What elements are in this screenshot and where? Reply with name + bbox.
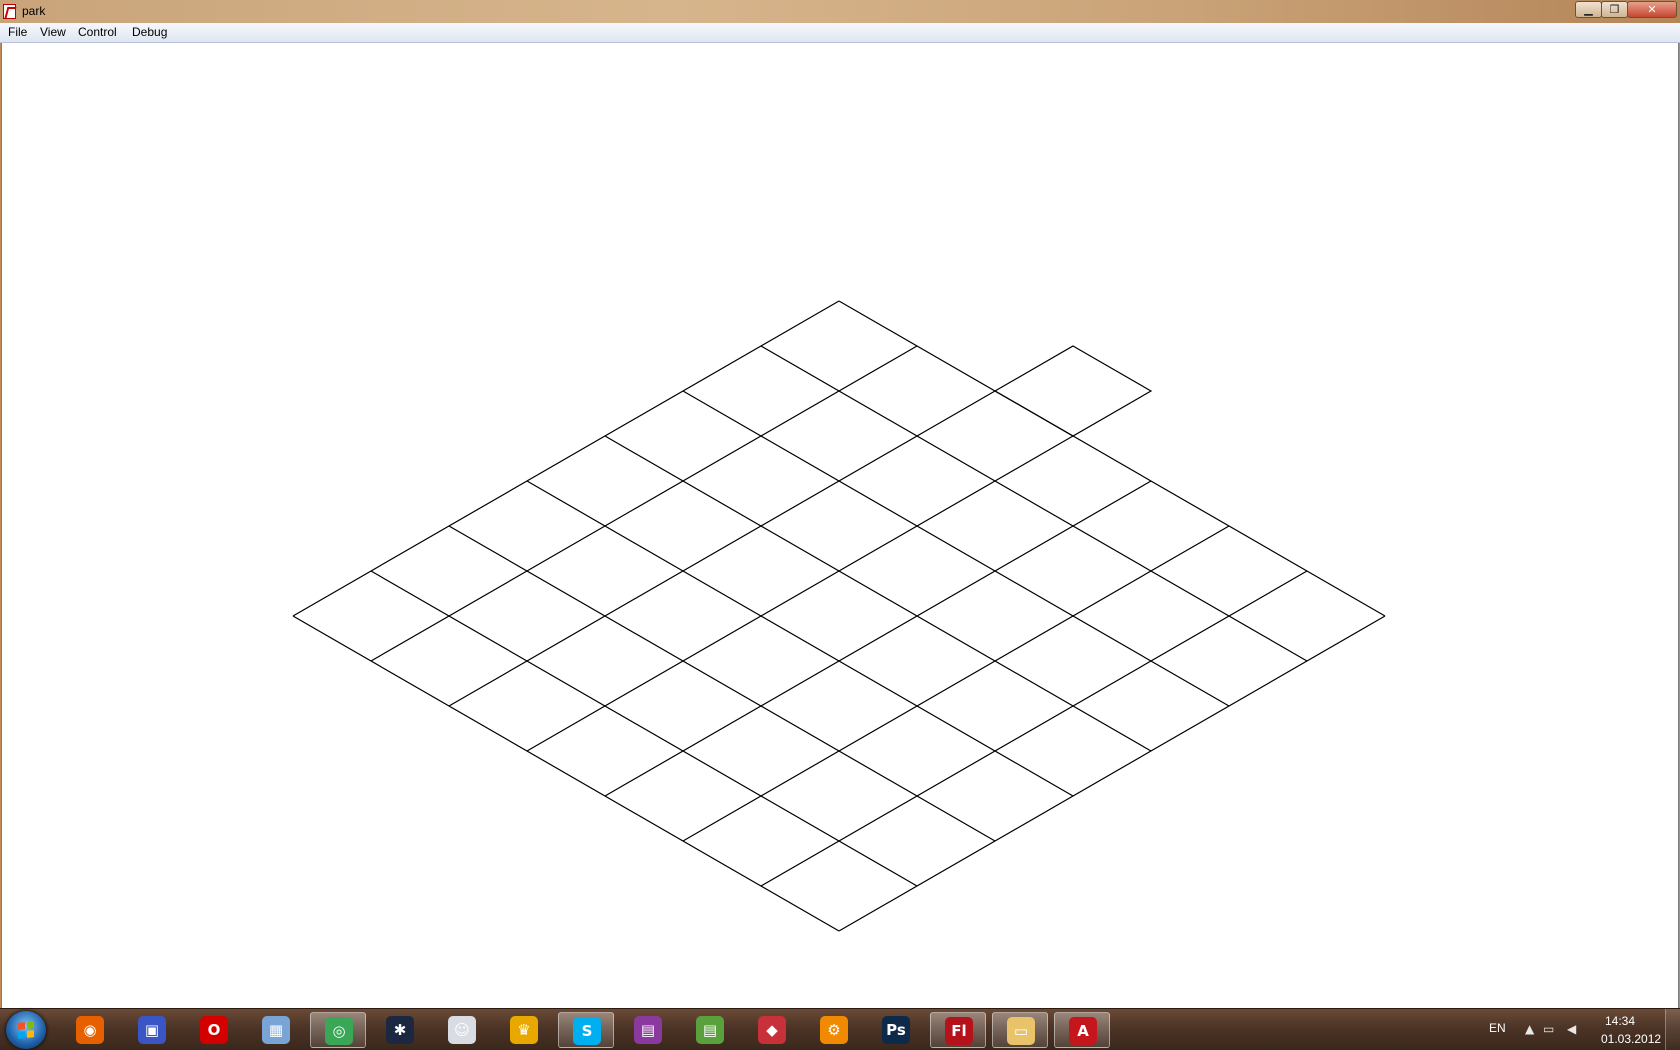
taskbar: ◉ ▣ O ▦ ◎ ✱ ☺ ♛ S ▤ ▤ ◆ ⚙ Ps Fl ▭ A EN ▲ ▭ ◀ 14:34 01.03… [0,1008,1680,1050]
folder-icon: ▭ [1007,1017,1035,1045]
headset-icon: ☺ [448,1016,476,1044]
grid-line-b [838,615,1386,932]
taskbar-button-photoshop[interactable]: Ps [868,1012,924,1048]
red-app-icon: ◆ [758,1016,786,1044]
grid-line-a [448,525,996,842]
taskbar-button-headset-app[interactable]: ☺ [434,1012,490,1048]
calculator-icon: ▦ [262,1016,290,1044]
grid-line-b [682,525,1230,842]
network-icon[interactable]: ▭ [1543,1022,1554,1036]
menu-control[interactable]: Control [76,25,119,39]
language-indicator[interactable]: EN [1489,1021,1506,1035]
grid-line-a [526,480,1074,797]
archive-icon: ▤ [696,1016,724,1044]
window-title: park [22,4,46,18]
crown-icon: ♛ [510,1016,538,1044]
menu-debug[interactable]: Debug [130,25,169,39]
taskbar-button-archive-app[interactable]: ▤ [682,1012,738,1048]
taskbar-button-firefox[interactable]: ◉ [62,1012,118,1048]
system-tray: EN ▲ ▭ ◀ 14:34 01.03.2012 [1475,1009,1680,1050]
grid-line-b [448,390,996,707]
cursor-tile [993,345,1153,437]
menu-bar: File View Control Debug [0,23,1680,43]
grid-line-b [370,345,918,662]
winrar-icon: ▤ [634,1016,662,1044]
grid-line-b [760,570,1308,887]
grid-line-a [760,345,1308,662]
chrome-icon: ◎ [325,1017,353,1045]
isometric-grid[interactable] [2,43,1678,1008]
grid-line-a [370,570,918,887]
menu-view[interactable]: View [38,25,68,39]
taskbar-button-opera[interactable]: O [186,1012,242,1048]
grid-line-a [682,390,1230,707]
taskbar-button-fan-app[interactable]: ✱ [372,1012,428,1048]
close-button[interactable]: ✕ [1627,1,1677,18]
taskbar-button-calculator[interactable]: ▦ [248,1012,304,1048]
flash-player-icon [3,4,16,19]
taskbar-button-settings-app[interactable]: ⚙ [806,1012,862,1048]
grid-line-b [292,300,840,617]
gear-icon: ⚙ [820,1016,848,1044]
maximize-button[interactable]: ❐ [1601,1,1628,18]
taskbar-button-winrar[interactable]: ▤ [620,1012,676,1048]
window-titlebar[interactable]: park ▁ ❐ ✕ [0,0,1680,24]
taskbar-button-chrome[interactable]: ◎ [310,1012,366,1048]
menu-file[interactable]: File [6,25,29,39]
grid-line-a [838,300,1386,617]
taskbar-button-flash[interactable]: Fl [930,1012,986,1048]
taskbar-button-save[interactable]: ▣ [124,1012,180,1048]
taskbar-button-acrobat[interactable]: A [1054,1012,1110,1048]
photoshop-icon: Ps [882,1016,910,1044]
skype-icon: S [573,1017,601,1045]
start-button[interactable] [6,1011,46,1049]
firefox-icon: ◉ [76,1016,104,1044]
volume-muted-icon[interactable]: ◀ [1567,1022,1576,1036]
fan-icon: ✱ [386,1016,414,1044]
floppy-disk-icon: ▣ [138,1016,166,1044]
desktop-screen: park ▁ ❐ ✕ File View Control Debug ◉ ▣ O ▦ ◎… [0,0,1680,1050]
flash-icon: Fl [945,1017,973,1045]
clock-date[interactable]: 01.03.2012 [1601,1032,1661,1046]
opera-icon: O [200,1016,228,1044]
clock-time[interactable]: 14:34 [1605,1014,1635,1028]
flash-stage[interactable] [1,43,1679,1008]
show-hidden-icons-icon[interactable]: ▲ [1525,1022,1534,1036]
grid-line-b [604,480,1152,797]
show-desktop-button[interactable] [1665,1009,1680,1050]
taskbar-button-red-app[interactable]: ◆ [744,1012,800,1048]
grid-line-b [526,435,1074,752]
acrobat-icon: A [1069,1017,1097,1045]
taskbar-button-skype[interactable]: S [558,1012,614,1048]
grid-line-a [604,435,1152,752]
minimize-button[interactable]: ▁ [1575,1,1602,18]
taskbar-button-explorer[interactable]: ▭ [992,1012,1048,1048]
grid-line-a [292,615,840,932]
taskbar-button-crown-app[interactable]: ♛ [496,1012,552,1048]
